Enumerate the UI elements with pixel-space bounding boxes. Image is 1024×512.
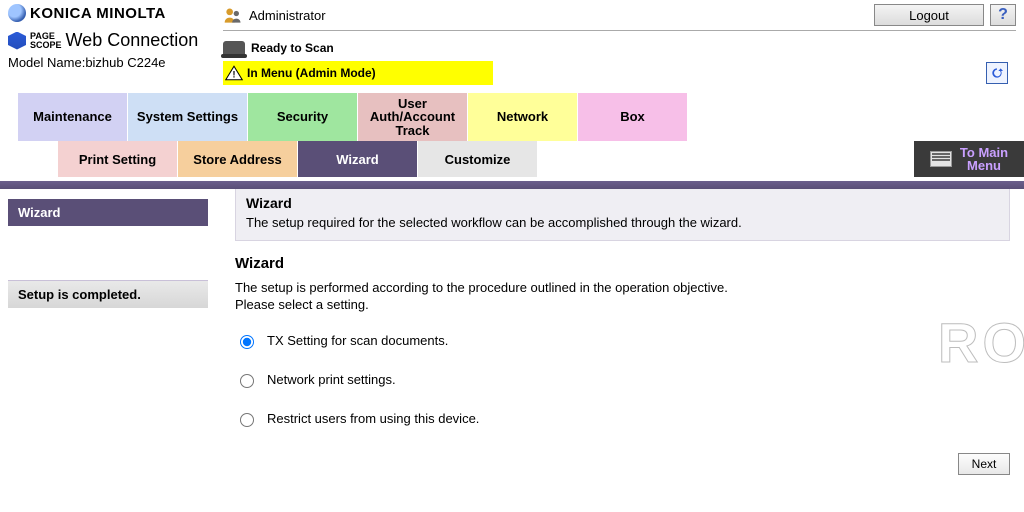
sidebar-status: Setup is completed. — [8, 280, 208, 308]
wizard-option[interactable]: Network print settings. — [235, 371, 1010, 388]
panel-subtitle: The setup required for the selected work… — [246, 215, 999, 230]
panel-header: Wizard The setup required for the select… — [235, 189, 1010, 241]
wizard-option[interactable]: TX Setting for scan documents. — [235, 332, 1010, 349]
model-name: bizhub C224e — [85, 55, 165, 70]
tab-box[interactable]: Box — [578, 93, 688, 141]
svg-text:!: ! — [233, 70, 236, 80]
wizard-option[interactable]: Restrict users from using this device. — [235, 410, 1010, 427]
wizard-option-label: TX Setting for scan documents. — [267, 333, 448, 348]
wizard-radio[interactable] — [240, 374, 254, 388]
section-desc: The setup is performed according to the … — [235, 280, 1010, 314]
scanner-icon — [223, 41, 245, 55]
help-button[interactable]: ? — [990, 4, 1016, 26]
to-main-menu-label: To Main Menu — [960, 146, 1008, 172]
wizard-radio[interactable] — [240, 335, 254, 349]
panel-title: Wizard — [246, 195, 999, 211]
refresh-button[interactable] — [986, 62, 1008, 84]
model-label: Model Name: — [8, 55, 85, 70]
ready-status: Ready to Scan — [251, 41, 334, 55]
subtab-print-setting[interactable]: Print Setting — [58, 141, 178, 177]
wizard-option-label: Restrict users from using this device. — [267, 411, 479, 426]
tab-system-settings[interactable]: System Settings — [128, 93, 248, 141]
brand-name: KONICA MINOLTA — [30, 5, 166, 22]
sidebar-title[interactable]: Wizard — [8, 199, 208, 226]
subtab-customize[interactable]: Customize — [418, 141, 538, 177]
subtab-wizard[interactable]: Wizard — [298, 141, 418, 177]
menu-mode-banner: ! In Menu (Admin Mode) — [223, 61, 493, 85]
divider — [0, 181, 1024, 189]
globe-icon — [8, 4, 26, 22]
section-title: Wizard — [235, 255, 1010, 272]
pagescope-icon — [8, 32, 26, 50]
logout-button[interactable]: Logout — [874, 4, 984, 26]
tab-maintenance[interactable]: Maintenance — [18, 93, 128, 141]
tab-security[interactable]: Security — [248, 93, 358, 141]
menu-mode-text: In Menu (Admin Mode) — [247, 66, 376, 80]
next-button[interactable]: Next — [958, 453, 1010, 475]
wizard-option-label: Network print settings. — [267, 372, 396, 387]
warning-icon: ! — [225, 65, 243, 81]
wizard-radio[interactable] — [240, 413, 254, 427]
tab-user-auth-account-track[interactable]: User Auth/Account Track — [358, 93, 468, 141]
subtab-store-address[interactable]: Store Address — [178, 141, 298, 177]
tab-network[interactable]: Network — [468, 93, 578, 141]
pagescope-small-bottom: SCOPE — [30, 41, 62, 50]
user-icon — [223, 6, 243, 24]
main-menu-icon — [930, 151, 952, 167]
admin-label: Administrator — [249, 8, 326, 23]
pagescope-webconnection: Web Connection — [66, 30, 199, 51]
to-main-menu-button[interactable]: To Main Menu — [914, 141, 1024, 177]
